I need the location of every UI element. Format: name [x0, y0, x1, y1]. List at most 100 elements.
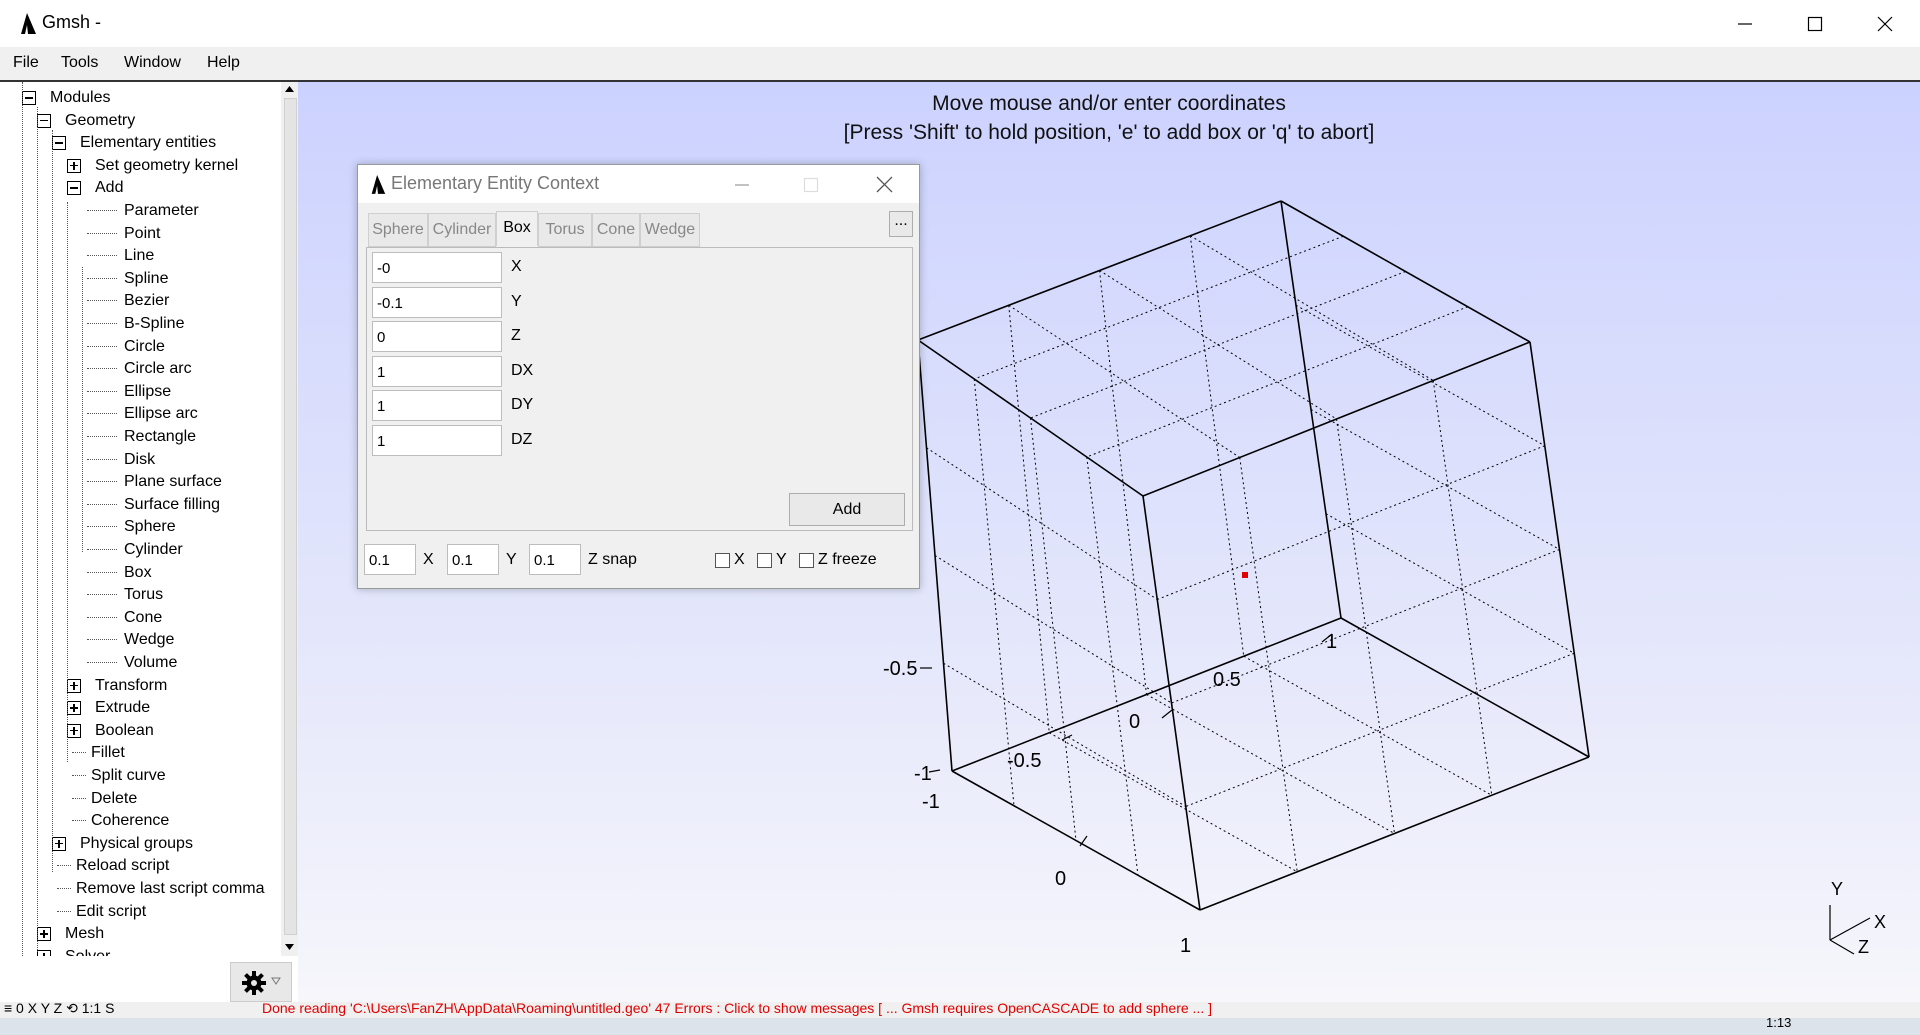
grid-line — [1146, 694, 1395, 834]
tree-connector — [72, 752, 86, 754]
taskbar-clock: 1:13 — [1766, 1015, 1792, 1030]
tree-guide-line — [67, 202, 68, 762]
axis-tick-label: -1 — [914, 763, 932, 785]
tab-box[interactable]: Box — [496, 211, 538, 246]
add-box-button[interactable]: Add — [789, 493, 905, 526]
freeze-z-checkbox[interactable] — [799, 553, 814, 568]
z-label: Z — [511, 327, 521, 344]
tree-connector — [87, 549, 117, 550]
tree-guide-line — [37, 107, 38, 952]
tree-node-label: Box — [124, 563, 152, 581]
tree-guide-line — [22, 82, 23, 956]
tree-guide-line — [52, 130, 53, 872]
tree-connector — [57, 888, 71, 889]
tree-node-label: Bezier — [124, 292, 170, 310]
close-icon[interactable] — [876, 176, 893, 193]
freeze-x-checkbox[interactable] — [715, 553, 730, 568]
tree-node-label: Disk — [124, 450, 156, 468]
expand-icon[interactable] — [52, 836, 66, 851]
expand-icon[interactable] — [67, 158, 81, 173]
snap-z-input[interactable]: 0.1 — [529, 544, 581, 575]
collapse-icon[interactable] — [52, 136, 66, 151]
gear-icon — [242, 971, 266, 995]
box-edge — [1340, 617, 1590, 758]
tree-node-label: Volume — [124, 654, 178, 671]
tab-wedge[interactable]: Wedge — [640, 213, 700, 247]
menu-help[interactable]: Help — [207, 54, 240, 72]
snap-x-input[interactable]: 0.1 — [364, 544, 416, 575]
freeze-y-checkbox[interactable] — [757, 553, 772, 568]
window-titlebar: Gmsh - — [0, 0, 1920, 47]
tree-node-label: Physical groups — [80, 834, 193, 852]
triad-z-label: Z — [1858, 937, 1869, 957]
tab-cone[interactable]: Cone — [592, 213, 640, 247]
maximize-icon — [1807, 16, 1823, 31]
status-toolbar-icons[interactable]: ≡ 0 X Y Z ⟲ 1:1 S — [4, 1002, 114, 1017]
tree-node-label: Circle arc — [124, 360, 192, 378]
collapse-icon[interactable] — [22, 91, 36, 105]
tree-scrollbar[interactable] — [281, 82, 298, 956]
tree-node-label: Sphere — [124, 518, 176, 536]
axis-tick — [1061, 734, 1073, 741]
expand-icon[interactable] — [67, 678, 81, 693]
tree-connector — [72, 775, 86, 776]
dz-label: DZ — [511, 431, 533, 448]
tab-cylinder[interactable]: Cylinder — [428, 213, 496, 247]
dialog-titlebar[interactable]: Elementary Entity Context — [358, 165, 919, 203]
z-input[interactable]: 0 — [372, 321, 502, 352]
close-icon — [1877, 16, 1893, 31]
snap-y-input[interactable]: 0.1 — [447, 544, 499, 575]
tab-sphere[interactable]: Sphere — [368, 213, 428, 247]
tree-node-label: Spline — [124, 269, 169, 287]
expand-icon[interactable] — [37, 927, 51, 942]
close-button[interactable] — [1850, 0, 1920, 47]
grid-line — [1086, 456, 1139, 876]
minimize-button[interactable] — [1710, 0, 1780, 47]
scroll-down-icon[interactable] — [284, 942, 295, 952]
scrollbar-thumb[interactable] — [284, 98, 297, 935]
dialog-title: Elementary Entity Context — [391, 173, 600, 193]
tree-connector — [87, 255, 117, 257]
scroll-up-icon[interactable] — [284, 84, 295, 94]
collapse-icon[interactable] — [37, 113, 51, 128]
minimize-icon[interactable] — [734, 177, 750, 193]
tree-connector — [87, 639, 117, 641]
tree-node-label: Set geometry kernel — [95, 156, 239, 174]
tree-node-label: Surface filling — [124, 495, 221, 513]
collapse-icon[interactable] — [67, 181, 81, 196]
grid-line — [1336, 418, 1395, 834]
tree-connector — [87, 323, 117, 324]
dx-input[interactable]: 1 — [372, 356, 502, 387]
tab-torus[interactable]: Torus — [538, 213, 592, 247]
tree-node-label: Geometry — [65, 111, 136, 129]
grid-line — [934, 555, 1172, 704]
menu-bar: File Tools Window Help — [0, 47, 1920, 82]
menu-tools[interactable]: Tools — [61, 54, 98, 72]
more-options-button[interactable]: ... — [889, 211, 913, 237]
y-input[interactable]: -0.1 — [372, 287, 502, 318]
maximize-button[interactable] — [1780, 0, 1850, 47]
x-input[interactable]: -0 — [372, 252, 502, 283]
grid-line — [1310, 409, 1560, 550]
tree-node-label: Extrude — [95, 699, 151, 717]
expand-icon[interactable] — [67, 701, 81, 716]
settings-gear-button[interactable] — [230, 962, 292, 1002]
tree-node-label: Split curve — [91, 767, 166, 784]
menu-file[interactable]: File — [13, 54, 39, 72]
tree-node-label: Modules — [50, 89, 111, 106]
tree-connector — [87, 345, 117, 347]
dz-input[interactable]: 1 — [372, 425, 502, 456]
menu-window[interactable]: Window — [124, 54, 181, 72]
elementary-entity-context-dialog: Elementary Entity Context Sphere Cylinde… — [357, 164, 920, 589]
status-message[interactable]: Done reading 'C:\Users\FanZH\AppData\Roa… — [262, 1002, 1212, 1016]
tree-node-label: Reload script — [76, 857, 170, 875]
triad-z-axis — [1829, 939, 1855, 955]
snap-y-label: Y — [506, 551, 517, 568]
tree-connector — [87, 571, 117, 573]
tree-node-label: Wedge — [124, 631, 175, 649]
tree-connector — [87, 300, 117, 302]
expand-icon[interactable] — [37, 949, 51, 956]
expand-icon[interactable] — [67, 723, 81, 738]
tree-node-label: Parameter — [124, 202, 199, 219]
dy-input[interactable]: 1 — [372, 390, 502, 421]
